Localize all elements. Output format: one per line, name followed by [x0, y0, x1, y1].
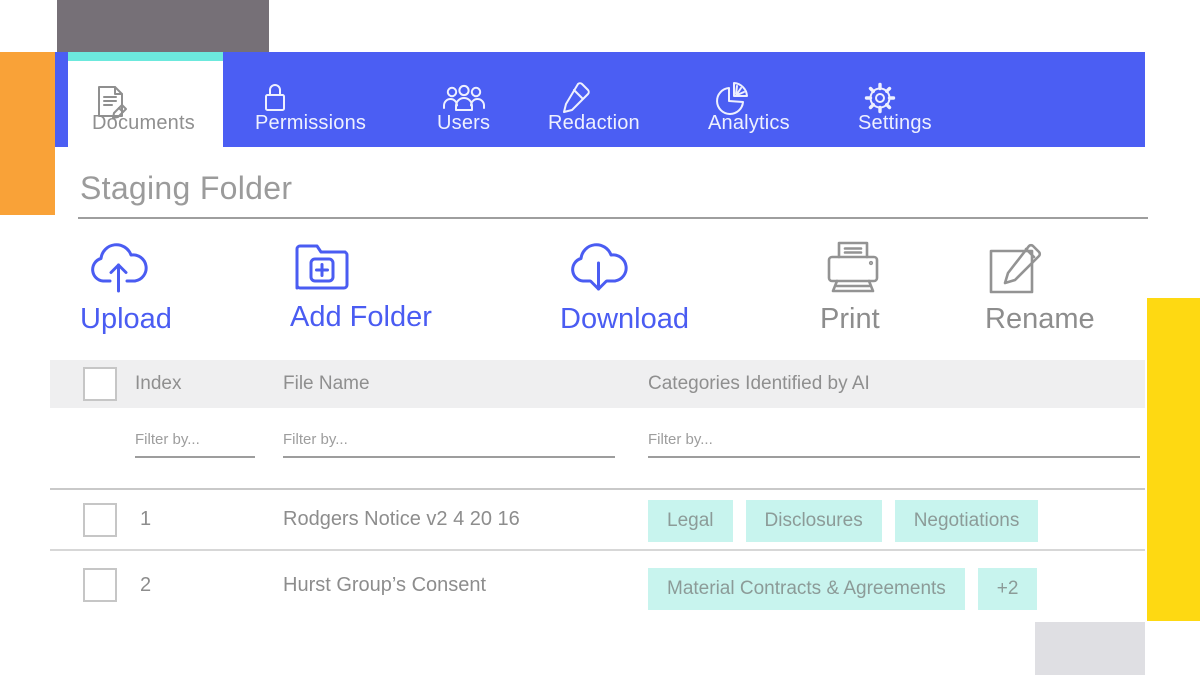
action-label: Add Folder	[290, 301, 432, 333]
download-button[interactable]: Download	[560, 235, 689, 336]
category-tag[interactable]: Disclosures	[745, 500, 882, 542]
column-header-index: Index	[135, 373, 182, 394]
page-title: Staging Folder	[80, 170, 293, 206]
gear-icon	[862, 80, 898, 116]
filter-row	[50, 408, 1145, 478]
tab-label: Documents	[92, 112, 195, 134]
action-label: Download	[560, 303, 689, 335]
highlighter-icon	[554, 80, 594, 116]
upload-button[interactable]: Upload	[80, 235, 172, 336]
title-divider	[78, 217, 1148, 219]
row-checkbox[interactable]	[83, 503, 117, 537]
row-checkbox[interactable]	[83, 568, 117, 602]
action-label: Upload	[80, 303, 172, 335]
filter-input-categories[interactable]	[648, 422, 1140, 458]
tab-label: Analytics	[708, 112, 790, 134]
folder-plus-icon	[290, 239, 432, 295]
cloud-upload-icon	[80, 235, 172, 297]
column-header-categories: Categories Identified by AI	[648, 373, 870, 394]
print-button[interactable]: Print	[820, 235, 886, 336]
tab-documents[interactable]: Documents	[68, 52, 223, 147]
category-tags: Material Contracts & Agreements +2	[648, 568, 1038, 610]
cell-file-name: Rodgers Notice v2 4 20 16	[283, 508, 520, 530]
lock-icon	[258, 80, 292, 116]
category-tags: Legal Disclosures Negotiations	[648, 500, 1039, 542]
cell-index: 2	[140, 574, 152, 596]
category-tag-more[interactable]: +2	[977, 568, 1038, 610]
category-tag[interactable]: Legal	[648, 500, 733, 542]
select-all-checkbox[interactable]	[83, 367, 117, 401]
decor-gray-block-top	[57, 0, 269, 52]
users-icon	[440, 80, 488, 116]
cell-index: 1	[140, 508, 152, 530]
printer-icon	[820, 239, 886, 297]
rename-button[interactable]: Rename	[985, 235, 1095, 336]
tab-label: Redaction	[548, 112, 640, 134]
document-management-app: Documents Permissions Users Redaction An…	[0, 0, 1200, 675]
category-tag[interactable]: Negotiations	[894, 500, 1039, 542]
cell-file-name: Hurst Group’s Consent	[283, 574, 487, 596]
column-header-file-name: File Name	[283, 373, 370, 394]
decor-orange-block-left	[0, 52, 55, 215]
cloud-download-icon	[560, 235, 689, 297]
decor-yellow-block-right	[1147, 298, 1200, 621]
category-tag[interactable]: Material Contracts & Agreements	[648, 568, 965, 610]
action-label: Rename	[985, 303, 1095, 335]
edit-square-icon	[985, 239, 1095, 297]
top-nav-bar: Documents Permissions Users Redaction An…	[55, 52, 1145, 147]
tab-label: Users	[437, 112, 491, 134]
action-label: Print	[820, 303, 880, 335]
tab-label: Permissions	[255, 112, 367, 134]
tab-label: Settings	[858, 112, 932, 134]
table-row[interactable]: 1 Rodgers Notice v2 4 20 16 Legal Disclo…	[50, 490, 1145, 551]
decor-gray-block-bottom	[1035, 622, 1145, 675]
filter-input-index[interactable]	[135, 422, 255, 458]
table-header-row: Index File Name Categories Identified by…	[50, 360, 1145, 408]
table-row[interactable]: 2 Hurst Group’s Consent Material Contrac…	[50, 552, 1145, 622]
filter-input-file-name[interactable]	[283, 422, 615, 458]
add-folder-button[interactable]: Add Folder	[290, 235, 432, 334]
